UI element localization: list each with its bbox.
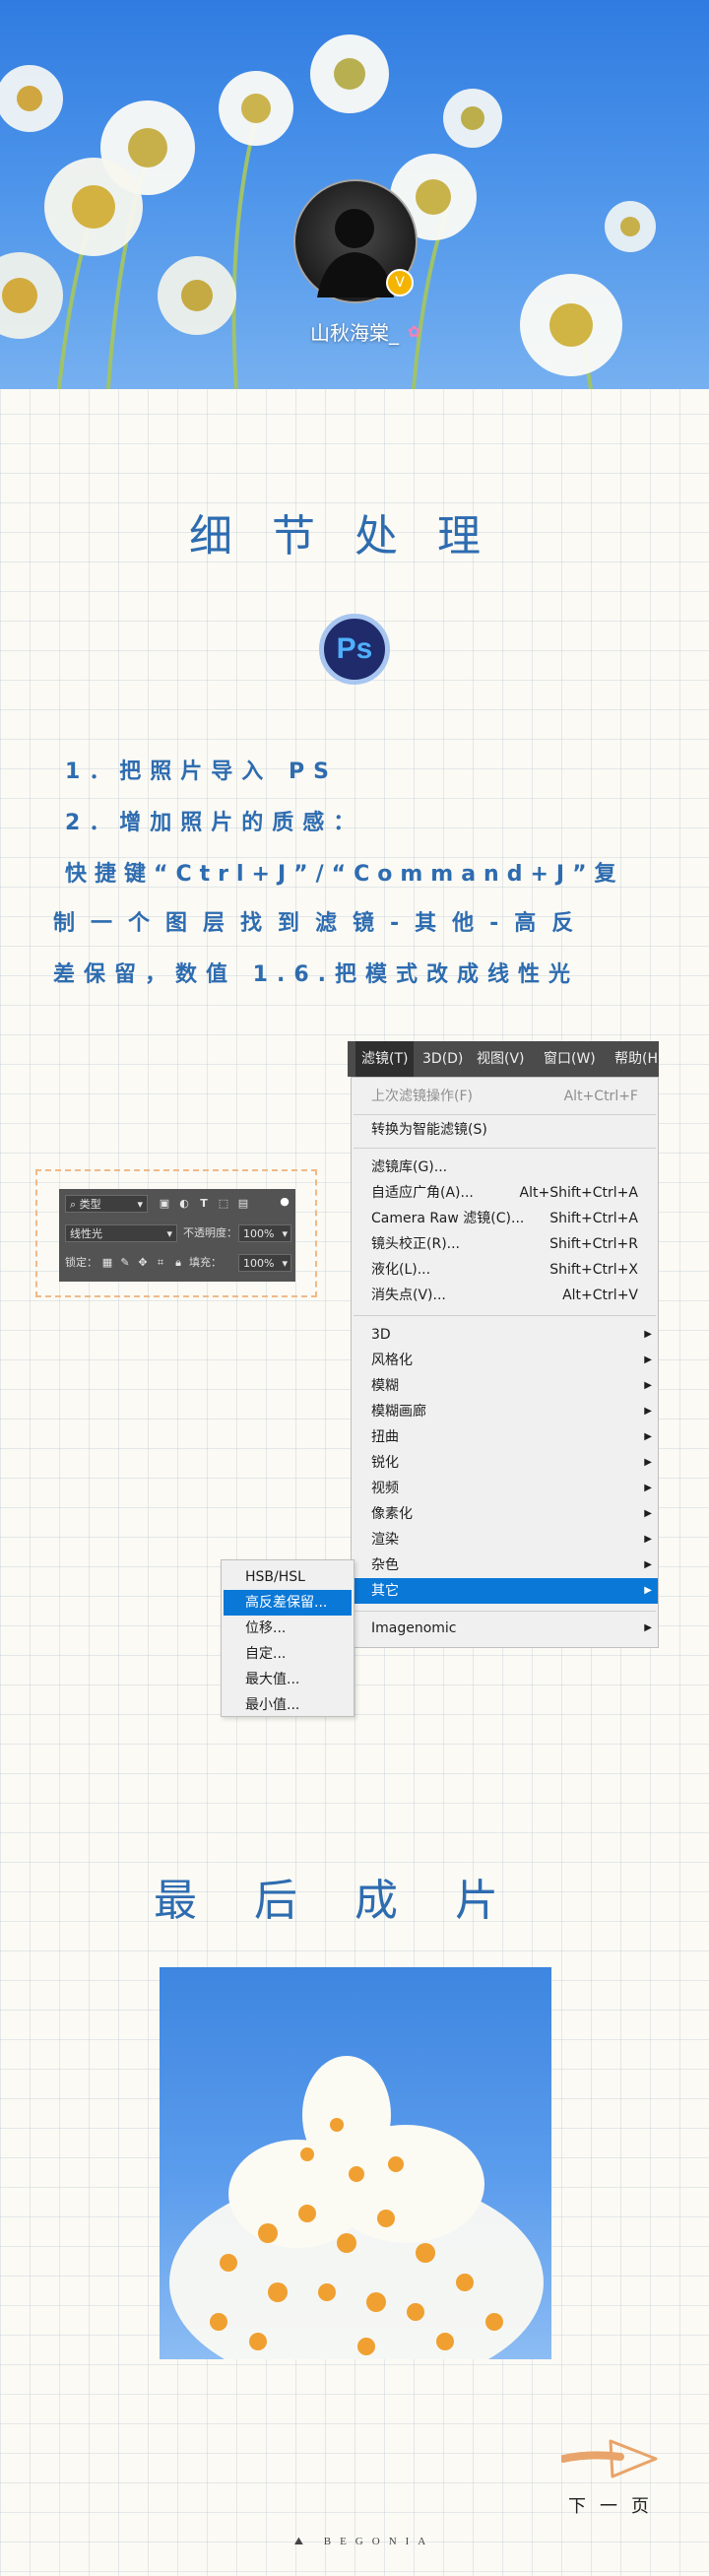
menu-item-stylize[interactable]: 风格化 ▶ [352,1348,658,1373]
next-page-link[interactable]: 下一页 [568,2492,663,2518]
menu-item-blur[interactable]: 模糊 ▶ [352,1373,658,1399]
search-icon: ⌕ [70,1198,80,1211]
chevron-down-icon: ▾ [137,1198,143,1211]
menu-item-video[interactable]: 视频 ▶ [352,1476,658,1501]
chevron-right-icon: ▶ [644,1354,652,1365]
menu-separator [354,1611,656,1612]
chevron-right-icon: ▶ [644,1483,652,1493]
blend-mode-value: 线性光 [70,1227,102,1240]
menu-item-vanishing-point[interactable]: 消失点(V)... Alt+Ctrl+V [352,1283,658,1308]
menu-filter[interactable]: 滤镜(T) [355,1041,415,1077]
step-line-1: 1．把照片导入 PS [65,760,338,784]
menu-item-render[interactable]: 渲染 ▶ [352,1527,658,1552]
chevron-right-icon: ▶ [644,1406,652,1417]
chevron-right-icon: ▶ [644,1431,652,1442]
menu-item-3d[interactable]: 3D ▶ [352,1322,658,1348]
chevron-right-icon: ▶ [644,1585,652,1596]
filter-dropdown-menu: 上次滤镜操作(F) Alt+Ctrl+F 转换为智能滤镜(S) 滤镜库(G)...… [351,1077,659,1648]
section-title-details: 细节处理 [189,511,520,561]
menu-separator [354,1114,656,1115]
step-line-3: 快捷键“Ctrl+J”/“Command+J”复 [65,862,624,887]
final-photo [160,1967,551,2359]
fill-input[interactable]: 100% ▾ [238,1254,291,1272]
menu-item-lens-correction[interactable]: 镜头校正(R)... Shift+Ctrl+R [352,1231,658,1257]
verified-badge: V [386,269,414,297]
chevron-right-icon: ▶ [644,1329,652,1340]
menu-item-sharpen[interactable]: 锐化 ▶ [352,1450,658,1476]
menu-item-blur-gallery[interactable]: 模糊画廊 ▶ [352,1399,658,1424]
chevron-right-icon: ▶ [644,1534,652,1545]
chevron-right-icon: ▶ [644,1457,652,1468]
smart-object-filter-icon[interactable]: ▤ [236,1197,250,1211]
lock-label: 锁定： [65,1256,97,1269]
menu-view[interactable]: 视图(V) [477,1041,525,1077]
submenu-item-hsb-hsl[interactable]: HSB/HSL [224,1564,352,1590]
photoshop-logo-icon: Ps [319,614,390,685]
lock-transparent-icon[interactable]: ▦ [100,1256,114,1270]
lock-brush-icon[interactable]: ✎ [118,1256,132,1270]
menu-separator [354,1315,656,1316]
lock-all-icon[interactable]: 🔒︎ [171,1256,185,1270]
filter-toggle-icon[interactable]: ● [278,1195,291,1209]
flower-icon: ✿ [408,322,421,341]
fill-label: 填充： [189,1256,222,1269]
menu-help[interactable]: 帮助(H [614,1041,658,1077]
other-submenu: HSB/HSL 高反差保留... 位移... 自定... 最大值... 最小值.… [221,1559,354,1717]
kind-filter-value: 类型 [79,1198,101,1211]
menu-item-distort[interactable]: 扭曲 ▶ [352,1424,658,1450]
layers-panel: ⌕ 类型 ▾ ▣ ◐ T ⬚ ▤ ● 线性光 ▾ 不透明度： 100% ▾ 锁定： ▦… [59,1189,295,1282]
brand-logo: ⛰︎ BEGONIA [266,2536,463,2548]
flower-bouquet-illustration [169,2056,544,2359]
submenu-item-offset[interactable]: 位移... [224,1616,352,1641]
submenu-item-minimum[interactable]: 最小值... [224,1692,352,1718]
chevron-down-icon: ▾ [166,1227,172,1240]
chevron-down-icon: ▾ [282,1257,288,1270]
menu-item-liquify[interactable]: 液化(L)... Shift+Ctrl+X [352,1257,658,1283]
step-line-2: 2．增加照片的质感： [65,811,364,835]
menu-item-adaptive-wide-angle[interactable]: 自适应广角(A)... Alt+Shift+Ctrl+A [352,1180,658,1206]
menu-item-convert-smart-filter[interactable]: 转换为智能滤镜(S) [352,1117,658,1143]
step-line-5: 差保留，数值 1.6.把模式改成线性光 [53,962,579,987]
opacity-label: 不透明度： [183,1226,237,1239]
menu-item-camera-raw[interactable]: Camera Raw 滤镜(C)... Shift+Ctrl+A [352,1206,658,1231]
opacity-input[interactable]: 100% ▾ [238,1224,291,1242]
mountain-icon: ⛰︎ [293,2536,324,2547]
chevron-right-icon: ▶ [644,1559,652,1570]
menu-item-other[interactable]: 其它 ▶ [352,1578,658,1604]
menu-item-pixelate[interactable]: 像素化 ▶ [352,1501,658,1527]
type-filter-icon[interactable]: T [197,1197,211,1211]
section-title-final: 最后成片 [154,1876,555,1926]
opacity-value: 100% [243,1227,275,1240]
menu-window[interactable]: 窗口(W) [544,1041,596,1077]
lock-position-icon[interactable]: ✥ [136,1256,150,1270]
menu-item-last-filter[interactable]: 上次滤镜操作(F) Alt+Ctrl+F [352,1084,658,1109]
blend-mode-select[interactable]: 线性光 ▾ [65,1224,177,1242]
shape-filter-icon[interactable]: ⬚ [217,1197,230,1211]
menu-item-noise[interactable]: 杂色 ▶ [352,1552,658,1578]
step-line-4: 制一个图层找到滤镜-其他-高反 [53,911,590,936]
menu-separator [354,1148,656,1149]
menu-item-filter-gallery[interactable]: 滤镜库(G)... [352,1155,658,1180]
next-arrow-icon[interactable] [559,2435,660,2484]
image-filter-icon[interactable]: ▣ [158,1197,171,1211]
brand-name: BEGONIA [323,2536,435,2547]
chevron-right-icon: ▶ [644,1622,652,1633]
kind-filter-select[interactable]: ⌕ 类型 ▾ [65,1195,148,1213]
photoshop-menubar: 滤镜(T) 3D(D) 视图(V) 窗口(W) 帮助(H [348,1041,659,1077]
menu-3d[interactable]: 3D(D) [422,1041,463,1077]
submenu-item-custom[interactable]: 自定... [224,1641,352,1667]
adjustment-filter-icon[interactable]: ◐ [177,1197,191,1211]
lock-artboard-icon[interactable]: ⌗ [154,1256,167,1270]
header-photo: V 山秋海棠_ ✿ [0,0,709,389]
chevron-down-icon: ▾ [282,1227,288,1240]
submenu-item-maximum[interactable]: 最大值... [224,1667,352,1692]
chevron-right-icon: ▶ [644,1508,652,1519]
chevron-right-icon: ▶ [644,1380,652,1391]
menu-item-imagenomic[interactable]: Imagenomic ▶ [352,1616,658,1641]
fill-value: 100% [243,1257,275,1270]
submenu-item-high-pass[interactable]: 高反差保留... [224,1590,352,1616]
